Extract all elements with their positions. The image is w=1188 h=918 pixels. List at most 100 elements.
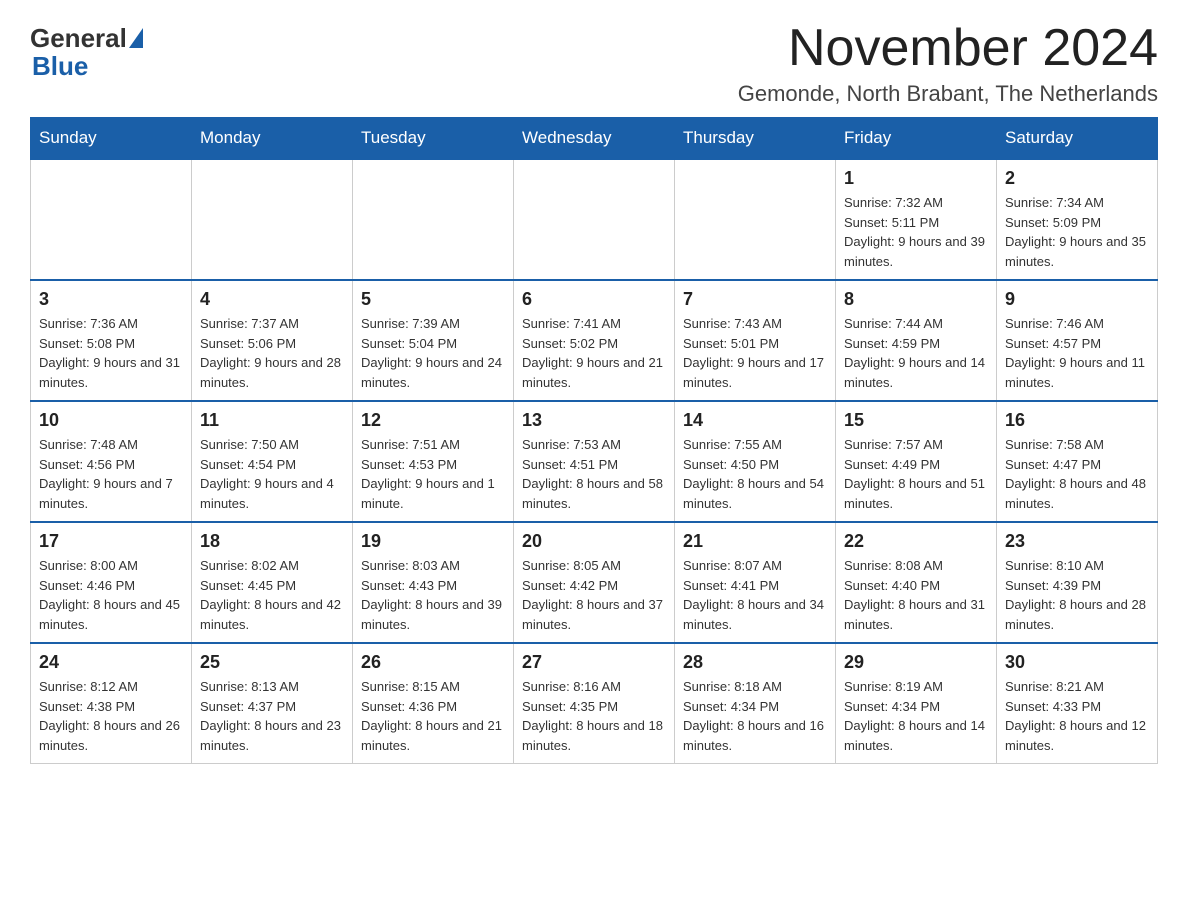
calendar-cell: 15Sunrise: 7:57 AM Sunset: 4:49 PM Dayli…: [836, 401, 997, 522]
calendar-week-row: 1 Sunrise: 7:32 AM Sunset: 5:11 PM Daylig…: [31, 159, 1158, 280]
day-number: 28: [683, 652, 827, 673]
day-info: Sunrise: 8:07 AM Sunset: 4:41 PM Dayligh…: [683, 556, 827, 634]
day-number: 20: [522, 531, 666, 552]
day-number: 27: [522, 652, 666, 673]
day-info: Sunrise: 7:51 AM Sunset: 4:53 PM Dayligh…: [361, 435, 505, 513]
day-number: 18: [200, 531, 344, 552]
calendar-week-row: 17 Sunrise: 8:00 AM Sunset: 4:46 PM Dayli…: [31, 522, 1158, 643]
day-number: 1: [844, 168, 988, 189]
day-info: Sunrise: 7:37 AM Sunset: 5:06 PM Dayligh…: [200, 314, 344, 392]
day-info: Sunrise: 7:32 AM Sunset: 5:11 PM Dayligh…: [844, 193, 988, 271]
calendar-cell: 26 Sunrise: 8:15 AM Sunset: 4:36 PM Dayli…: [353, 643, 514, 764]
weekday-header-tuesday: Tuesday: [353, 118, 514, 160]
day-info: Sunrise: 8:15 AM Sunset: 4:36 PM Dayligh…: [361, 677, 505, 755]
logo-general-text: General: [30, 25, 127, 51]
day-info: Sunrise: 8:08 AM Sunset: 4:40 PM Dayligh…: [844, 556, 988, 634]
title-section: November 2024 Gemonde, North Brabant, Th…: [738, 20, 1158, 107]
day-info: Sunrise: 7:36 AM Sunset: 5:08 PM Dayligh…: [39, 314, 183, 392]
day-number: 25: [200, 652, 344, 673]
calendar-cell: 8 Sunrise: 7:44 AM Sunset: 4:59 PM Daylig…: [836, 280, 997, 401]
calendar-cell: [675, 159, 836, 280]
day-info: Sunrise: 8:02 AM Sunset: 4:45 PM Dayligh…: [200, 556, 344, 634]
weekday-header-friday: Friday: [836, 118, 997, 160]
day-number: 14: [683, 410, 827, 431]
calendar-week-row: 3 Sunrise: 7:36 AM Sunset: 5:08 PM Daylig…: [31, 280, 1158, 401]
day-info: Sunrise: 7:57 AM Sunset: 4:49 PM Dayligh…: [844, 435, 988, 513]
day-number: 21: [683, 531, 827, 552]
calendar-cell: [192, 159, 353, 280]
day-info: Sunrise: 8:19 AM Sunset: 4:34 PM Dayligh…: [844, 677, 988, 755]
page-header: General Blue November 2024 Gemonde, Nort…: [30, 20, 1158, 107]
day-info: Sunrise: 7:46 AM Sunset: 4:57 PM Dayligh…: [1005, 314, 1149, 392]
calendar-cell: 23Sunrise: 8:10 AM Sunset: 4:39 PM Dayli…: [997, 522, 1158, 643]
weekday-header-monday: Monday: [192, 118, 353, 160]
day-info: Sunrise: 7:43 AM Sunset: 5:01 PM Dayligh…: [683, 314, 827, 392]
calendar-cell: 18 Sunrise: 8:02 AM Sunset: 4:45 PM Dayli…: [192, 522, 353, 643]
day-info: Sunrise: 8:05 AM Sunset: 4:42 PM Dayligh…: [522, 556, 666, 634]
day-number: 9: [1005, 289, 1149, 310]
day-number: 4: [200, 289, 344, 310]
weekday-header-thursday: Thursday: [675, 118, 836, 160]
logo-triangle-icon: [129, 28, 143, 48]
calendar-cell: 4 Sunrise: 7:37 AM Sunset: 5:06 PM Daylig…: [192, 280, 353, 401]
day-info: Sunrise: 7:53 AM Sunset: 4:51 PM Dayligh…: [522, 435, 666, 513]
day-info: Sunrise: 7:58 AM Sunset: 4:47 PM Dayligh…: [1005, 435, 1149, 513]
day-info: Sunrise: 7:55 AM Sunset: 4:50 PM Dayligh…: [683, 435, 827, 513]
day-number: 16: [1005, 410, 1149, 431]
calendar-cell: [31, 159, 192, 280]
day-info: Sunrise: 8:13 AM Sunset: 4:37 PM Dayligh…: [200, 677, 344, 755]
calendar-cell: 10 Sunrise: 7:48 AM Sunset: 4:56 PM Dayli…: [31, 401, 192, 522]
day-info: Sunrise: 7:41 AM Sunset: 5:02 PM Dayligh…: [522, 314, 666, 392]
calendar-cell: [353, 159, 514, 280]
day-info: Sunrise: 7:48 AM Sunset: 4:56 PM Dayligh…: [39, 435, 183, 513]
calendar-week-row: 10 Sunrise: 7:48 AM Sunset: 4:56 PM Dayli…: [31, 401, 1158, 522]
calendar-header-row: SundayMondayTuesdayWednesdayThursdayFrid…: [31, 118, 1158, 160]
calendar-cell: 29 Sunrise: 8:19 AM Sunset: 4:34 PM Dayli…: [836, 643, 997, 764]
day-number: 8: [844, 289, 988, 310]
day-number: 7: [683, 289, 827, 310]
day-number: 5: [361, 289, 505, 310]
day-number: 17: [39, 531, 183, 552]
day-number: 6: [522, 289, 666, 310]
month-title: November 2024: [738, 20, 1158, 77]
day-info: Sunrise: 8:18 AM Sunset: 4:34 PM Dayligh…: [683, 677, 827, 755]
calendar-cell: 5 Sunrise: 7:39 AM Sunset: 5:04 PM Daylig…: [353, 280, 514, 401]
day-number: 10: [39, 410, 183, 431]
day-number: 11: [200, 410, 344, 431]
weekday-header-wednesday: Wednesday: [514, 118, 675, 160]
calendar-cell: 28 Sunrise: 8:18 AM Sunset: 4:34 PM Dayli…: [675, 643, 836, 764]
day-number: 26: [361, 652, 505, 673]
weekday-header-sunday: Sunday: [31, 118, 192, 160]
day-number: 24: [39, 652, 183, 673]
calendar-cell: 13Sunrise: 7:53 AM Sunset: 4:51 PM Dayli…: [514, 401, 675, 522]
day-info: Sunrise: 7:50 AM Sunset: 4:54 PM Dayligh…: [200, 435, 344, 513]
calendar-cell: 24 Sunrise: 8:12 AM Sunset: 4:38 PM Dayli…: [31, 643, 192, 764]
logo: General Blue: [30, 20, 145, 82]
calendar-cell: 16 Sunrise: 7:58 AM Sunset: 4:47 PM Dayli…: [997, 401, 1158, 522]
calendar-cell: 20 Sunrise: 8:05 AM Sunset: 4:42 PM Dayli…: [514, 522, 675, 643]
day-info: Sunrise: 8:00 AM Sunset: 4:46 PM Dayligh…: [39, 556, 183, 634]
day-info: Sunrise: 7:44 AM Sunset: 4:59 PM Dayligh…: [844, 314, 988, 392]
day-number: 23: [1005, 531, 1149, 552]
logo-blue-text: Blue: [32, 51, 88, 81]
calendar-cell: 6 Sunrise: 7:41 AM Sunset: 5:02 PM Daylig…: [514, 280, 675, 401]
day-info: Sunrise: 7:34 AM Sunset: 5:09 PM Dayligh…: [1005, 193, 1149, 271]
day-number: 19: [361, 531, 505, 552]
calendar-cell: 22 Sunrise: 8:08 AM Sunset: 4:40 PM Dayli…: [836, 522, 997, 643]
day-number: 29: [844, 652, 988, 673]
calendar-cell: 9 Sunrise: 7:46 AM Sunset: 4:57 PM Daylig…: [997, 280, 1158, 401]
day-info: Sunrise: 8:21 AM Sunset: 4:33 PM Dayligh…: [1005, 677, 1149, 755]
day-info: Sunrise: 7:39 AM Sunset: 5:04 PM Dayligh…: [361, 314, 505, 392]
day-number: 22: [844, 531, 988, 552]
day-number: 2: [1005, 168, 1149, 189]
day-info: Sunrise: 8:03 AM Sunset: 4:43 PM Dayligh…: [361, 556, 505, 634]
calendar-cell: 2 Sunrise: 7:34 AM Sunset: 5:09 PM Daylig…: [997, 159, 1158, 280]
day-number: 3: [39, 289, 183, 310]
day-number: 12: [361, 410, 505, 431]
calendar-cell: 19 Sunrise: 8:03 AM Sunset: 4:43 PM Dayli…: [353, 522, 514, 643]
calendar-cell: [514, 159, 675, 280]
calendar-cell: 27Sunrise: 8:16 AM Sunset: 4:35 PM Dayli…: [514, 643, 675, 764]
calendar-cell: 30Sunrise: 8:21 AM Sunset: 4:33 PM Dayli…: [997, 643, 1158, 764]
calendar-cell: 21 Sunrise: 8:07 AM Sunset: 4:41 PM Dayli…: [675, 522, 836, 643]
day-info: Sunrise: 8:12 AM Sunset: 4:38 PM Dayligh…: [39, 677, 183, 755]
